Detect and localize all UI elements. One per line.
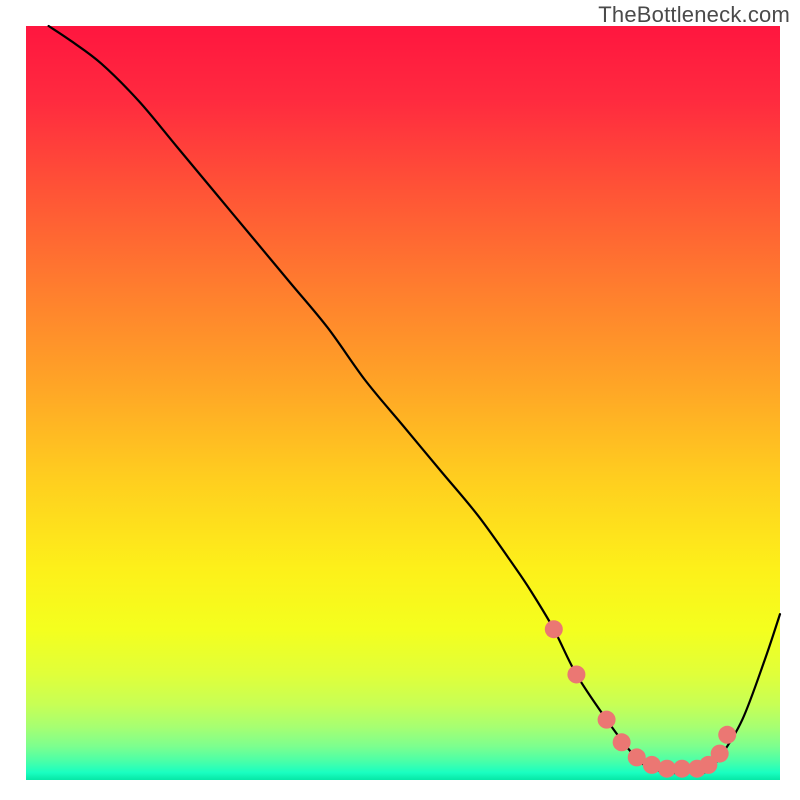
marker-dot <box>613 733 631 751</box>
watermark-text: TheBottleneck.com <box>598 2 790 28</box>
marker-dot <box>545 620 563 638</box>
marker-dot <box>567 665 585 683</box>
bottleneck-chart <box>0 0 800 800</box>
marker-dot <box>598 711 616 729</box>
marker-dot <box>711 745 729 763</box>
marker-dot <box>718 726 736 744</box>
plot-background <box>26 26 780 780</box>
marker-dot <box>643 756 661 774</box>
chart-stage: TheBottleneck.com <box>0 0 800 800</box>
